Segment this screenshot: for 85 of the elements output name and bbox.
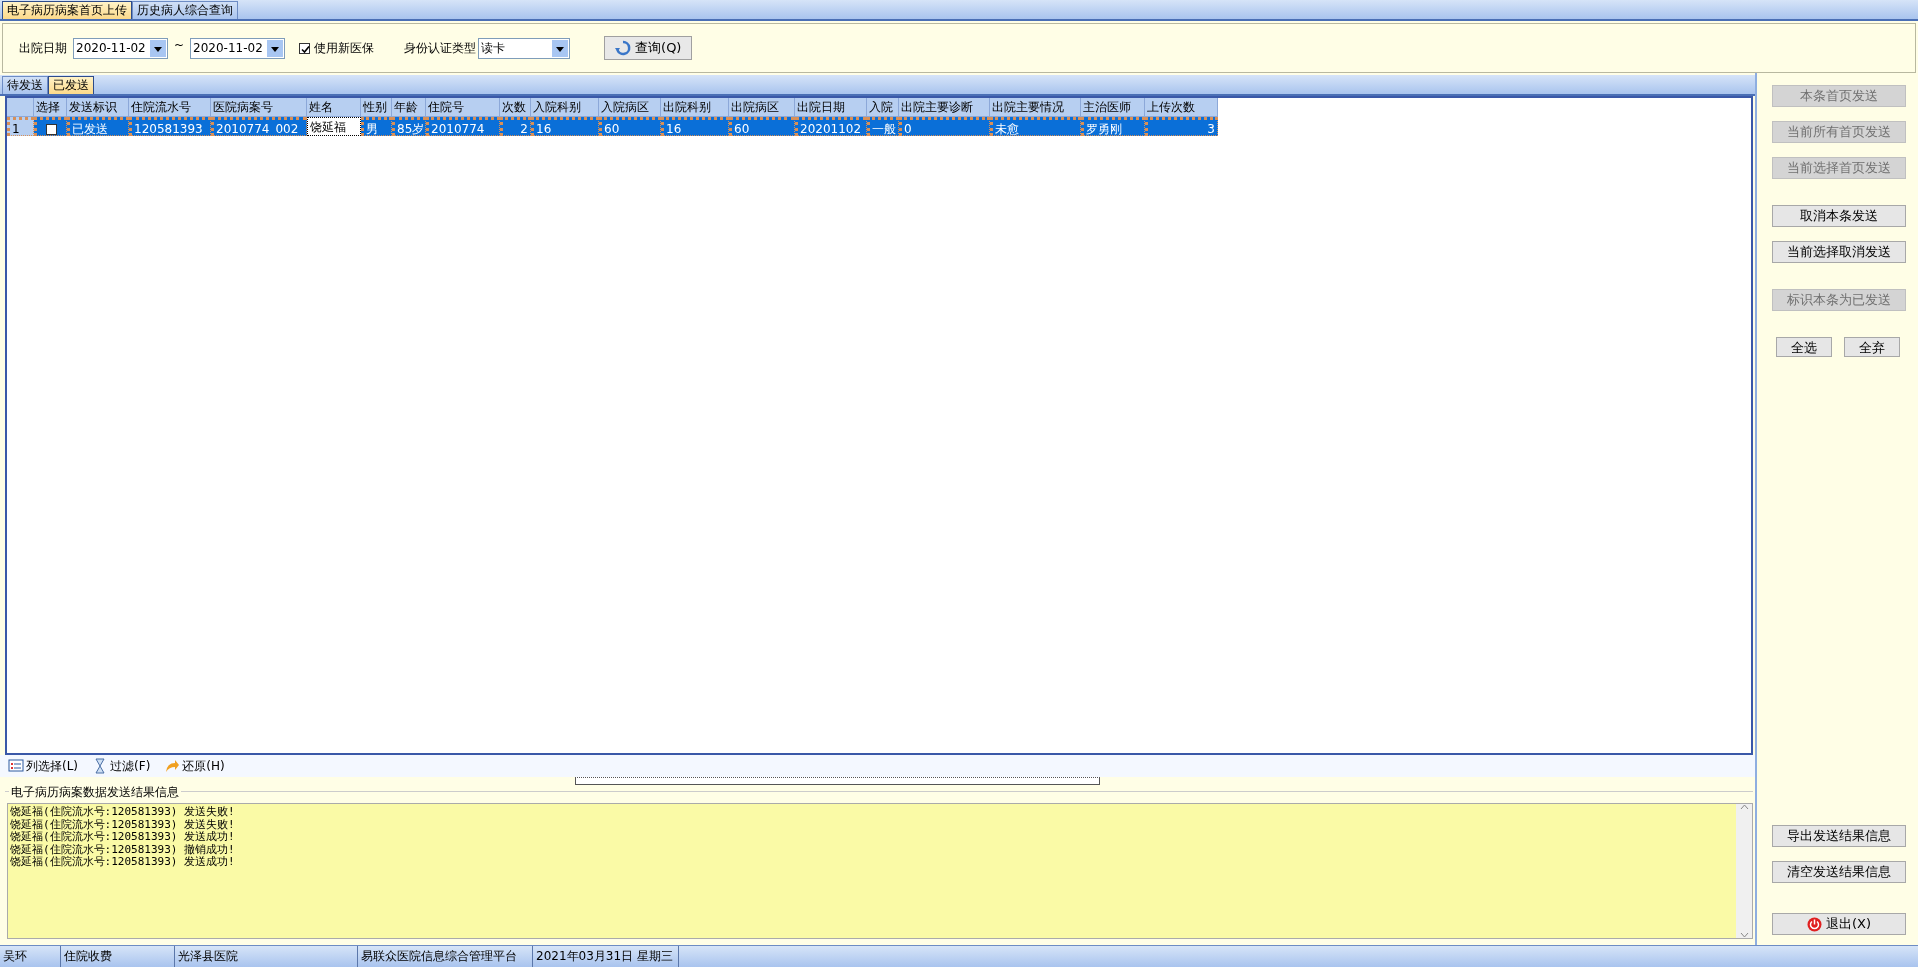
column-header[interactable]: 出院科别 [661,98,729,117]
date-label: 出院日期 [19,40,67,57]
tab[interactable]: 已发送 [48,76,94,94]
column-header[interactable]: 次数 [500,98,531,117]
id-type-select[interactable]: 读卡 [478,37,571,59]
checkbox[interactable] [299,42,311,54]
status-text: 2021年03月31日 星期三 [533,946,679,967]
range-separator: ~ [174,37,185,54]
status-text: 光泽县医院 [175,946,358,967]
side-button[interactable]: 导出发送结果信息 [1772,825,1906,847]
column-header[interactable]: 出院主要情况 [990,98,1081,117]
check-icon [300,43,312,55]
log-line: 饶延福(住院流水号:120581393) 发送失败! [10,818,236,831]
date-field[interactable]: 2020-11-02 [190,37,286,59]
dropdown-icon [150,39,166,57]
refresh-icon [615,40,632,56]
scroll-down-icon [1739,932,1749,938]
table-cell: 一般 [867,117,899,136]
toolbar-button[interactable]: 列选择(L) [8,757,79,775]
checkbox[interactable] [46,124,57,135]
scrollbar[interactable] [1736,804,1752,938]
toolbar-button[interactable]: 还原(H) [164,757,225,775]
toolbar-button[interactable]: 过滤(F) [92,757,151,775]
table-cell: 已发送 [67,117,129,136]
column-header[interactable]: 上传次数 [1145,98,1218,117]
column-header[interactable]: 出院病区 [729,98,795,117]
table-cell: 罗勇刚 [1081,117,1145,136]
table-cell: 85岁 [392,117,426,136]
tab[interactable]: 电子病历病案首页上传 [2,1,132,19]
column-header[interactable]: 选择 [34,98,67,117]
status-text: 吴环 [0,946,61,967]
column-header[interactable]: 年龄 [392,98,426,117]
query-button[interactable]: 查询(Q) [604,36,693,60]
row-number: 1 [7,117,34,136]
table-cell: 3 [1145,117,1218,136]
side-button[interactable]: 取消本条发送 [1772,205,1906,227]
column-header[interactable]: 入院病区 [599,98,661,117]
status-text: 住院收费 [61,946,175,967]
column-header[interactable]: 主治医师 [1081,98,1145,117]
checkbox-label: 使用新医保 [314,40,375,57]
table-cell: 0 [899,117,990,136]
table-cell: 未愈 [990,117,1081,136]
log-line: 饶延福(住院流水号:120581393) 撤销成功! [10,843,236,856]
splitter-handle[interactable] [575,777,1100,785]
side-button[interactable]: 全弃 [1844,337,1900,357]
side-button[interactable]: 当前选择取消发送 [1772,241,1906,263]
side-button[interactable]: 全选 [1776,337,1832,357]
log-line: 饶延福(住院流水号:120581393) 发送失败! [10,806,236,819]
column-header[interactable]: 住院号 [426,98,500,117]
table-cell: 2010774_002 [211,117,307,136]
table-cell: 16 [661,117,729,136]
table-cell: 60 [729,117,795,136]
table-cell: 20201102 [795,117,867,136]
column-header[interactable]: 入院 [867,98,899,117]
dropdown-icon [552,39,569,57]
id-type-label: 身份认证类型 [404,40,477,57]
column-header[interactable]: 姓名 [307,98,361,117]
table-cell: 120581393 [129,117,211,136]
date-field[interactable]: 2020-11-02 [73,37,168,59]
log-line: 饶延福(住院流水号:120581393) 发送成功! [10,831,236,844]
side-button[interactable]: 退出(X) [1772,913,1906,935]
table-cell: 2 [500,117,531,136]
column-header[interactable]: 发送标识 [67,98,129,117]
scroll-up-icon [1739,804,1749,810]
status-text: 易联众医院信息综合管理平台 [358,946,533,967]
side-button[interactable]: 清空发送结果信息 [1772,861,1906,883]
table-cell: 2010774 [426,117,500,136]
column-header[interactable]: 出院主要诊断 [899,98,990,117]
column-header[interactable]: 出院日期 [795,98,867,117]
table-cell: 男 [361,117,392,136]
power-icon [1806,916,1822,932]
list-icon [8,758,24,774]
table-cell: 60 [599,117,661,136]
redo-arrow-icon [164,758,181,774]
table-cell: 饶延福 [307,117,361,136]
column-header[interactable]: 住院流水号 [129,98,211,117]
dropdown-icon [267,39,284,57]
table-cell: 16 [531,117,599,136]
tab[interactable]: 历史病人综合查询 [132,1,238,19]
column-header[interactable]: 性别 [361,98,392,117]
header-corner-cell [7,98,34,117]
group-title: 电子病历病案数据发送结果信息 [9,783,181,801]
column-header[interactable]: 入院科别 [531,98,599,117]
column-header[interactable]: 医院病案号 [211,98,307,117]
log-line: 饶延福(住院流水号:120581393) 发送成功! [10,856,236,869]
